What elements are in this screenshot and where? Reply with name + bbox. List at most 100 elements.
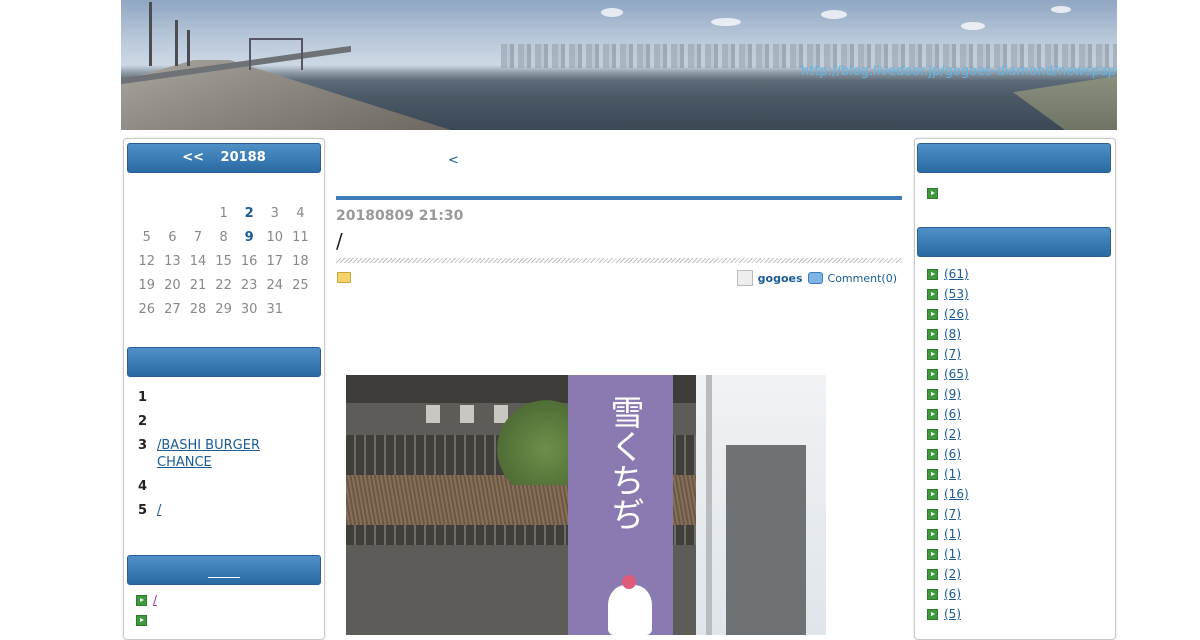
bullet-icon [927, 389, 938, 400]
right-category-link[interactable]: (7) [944, 507, 972, 521]
calendar-day [160, 201, 186, 225]
calendar-day: 28 [189, 301, 207, 317]
author-link[interactable]: gogoes [758, 272, 803, 285]
rank-number: 3 [138, 438, 148, 453]
bullet-icon [927, 289, 938, 300]
right-category-item: (6) [927, 447, 986, 467]
right-category-link[interactable]: (6) [944, 447, 972, 461]
shop-banner-text: 雪くちぢ [604, 395, 644, 531]
ranking-link[interactable]: / [157, 502, 197, 519]
calendar-day-link[interactable]: 9 [245, 230, 254, 245]
ranking-header [127, 347, 321, 377]
calendar-day[interactable]: 2 [236, 201, 262, 225]
right-category-link[interactable]: (1) [944, 547, 972, 561]
calendar-day: 10 [266, 229, 284, 245]
left-category-item [136, 613, 281, 633]
right-category-item: (6) [927, 407, 986, 427]
calendar-day: 11 [292, 229, 309, 245]
ranking-link[interactable] [157, 478, 168, 495]
bullet-icon [927, 269, 938, 280]
bullet-icon [927, 329, 938, 340]
calendar-day [185, 201, 211, 225]
prev-entry-link[interactable]: < [448, 153, 603, 168]
right-category-item: (6) [927, 587, 986, 607]
calendar-day: 14 [189, 253, 207, 269]
right-category-item: (1) [927, 527, 986, 547]
left-sidebar: << 20188 1 2 3 4 5 6 7 8 9 10 11 12 13 14 15 16 17 18 19 20… [123, 138, 325, 640]
rank-number: 2 [138, 414, 148, 429]
right-category-item: (8) [927, 327, 986, 347]
right-sidebar: (61) (53) (26) (8) (7) (65) (9) (6) (2) … [914, 138, 1116, 640]
calendar-day: 12 [138, 253, 156, 269]
right-category-item: (65) [927, 367, 986, 387]
bullet-icon [927, 509, 938, 520]
right-category-link[interactable]: (61) [944, 267, 980, 281]
calendar-day-link[interactable]: 2 [245, 206, 254, 221]
calendar-day: 8 [219, 229, 228, 245]
post-datetime: 20180809 21:30 [336, 208, 464, 224]
post-meta: gogoes Comment(0) [736, 270, 897, 286]
left-category-link[interactable]: / [153, 593, 233, 607]
bullet-icon [927, 549, 938, 560]
right-category-link[interactable]: (2) [944, 567, 972, 581]
left-category-link[interactable] [153, 613, 281, 627]
ranking-link[interactable] [157, 413, 274, 430]
right-category-item: (26) [927, 307, 986, 327]
post-title-divider [336, 258, 902, 263]
calendar-day: 29 [215, 301, 232, 317]
post-photo: 雪くちぢ [346, 375, 826, 635]
right-category-link[interactable]: (1) [944, 527, 972, 541]
right-category-link[interactable]: (16) [944, 487, 980, 501]
right-category-link[interactable]: (1) [944, 467, 972, 481]
post-top-divider [336, 196, 902, 200]
calendar-day[interactable]: 9 [236, 225, 262, 249]
calendar-day: 1 [219, 205, 228, 221]
rank-number: 5 [138, 503, 148, 518]
bullet-icon [927, 469, 938, 480]
calendar-prev-month-link[interactable]: << [182, 150, 204, 165]
post-title: / [336, 229, 343, 253]
right-box1-header [917, 143, 1111, 173]
calendar-day: 26 [138, 301, 156, 317]
calendar-day: 22 [215, 277, 232, 293]
right-category-item: (9) [927, 387, 986, 407]
left-category-title [208, 561, 240, 578]
calendar-day: 25 [292, 277, 309, 293]
calendar-day: 31 [266, 301, 284, 317]
calendar-day: 30 [240, 301, 258, 317]
bullet-icon [927, 529, 938, 540]
calendar-day: 19 [138, 277, 156, 293]
right-category-link[interactable]: (53) [944, 287, 980, 301]
right-category-link[interactable]: (7) [944, 347, 986, 361]
bullet-icon [927, 429, 938, 440]
calendar-day: 15 [215, 253, 232, 269]
header-banner-image: http://blog.livedoor.jp/gogoes-diamond/n… [121, 0, 1117, 130]
folder-icon[interactable] [337, 272, 351, 283]
right-category-link[interactable]: (8) [944, 327, 972, 341]
right-category-list: (61) (53) (26) (8) (7) (65) (9) (6) (2) … [927, 267, 986, 627]
comments-link[interactable]: Comment(0) [828, 272, 897, 285]
right-category-link[interactable]: (65) [944, 367, 980, 381]
right-category-item: (16) [927, 487, 986, 507]
calendar-day: 23 [240, 277, 258, 293]
ranking-link[interactable] [157, 389, 297, 406]
bullet-icon [927, 489, 938, 500]
right-category-link[interactable]: (6) [944, 587, 972, 601]
comment-bubble-icon [807, 272, 823, 284]
blog-url-link[interactable]: http://blog.livedoor.jp/gogoes-diamond/n… [801, 64, 1117, 79]
right-box1-list [927, 183, 944, 202]
calendar-day: 20 [164, 277, 181, 293]
bullet-icon [927, 369, 938, 380]
right-category-link[interactable]: (5) [944, 607, 972, 621]
bullet-icon [927, 188, 938, 199]
right-category-item: (7) [927, 347, 986, 367]
right-category-link[interactable]: (9) [944, 387, 972, 401]
right-category-link[interactable]: (2) [944, 427, 972, 441]
calendar-day: 7 [193, 229, 203, 245]
right-category-link[interactable]: (6) [944, 407, 972, 421]
right-category-link[interactable]: (26) [944, 307, 972, 321]
right-category-item: (2) [927, 567, 986, 587]
ranking-link[interactable]: /BASHI BURGER CHANCE [157, 437, 317, 471]
calendar-day: 4 [296, 205, 305, 221]
ranking-item: 2 [138, 413, 328, 430]
